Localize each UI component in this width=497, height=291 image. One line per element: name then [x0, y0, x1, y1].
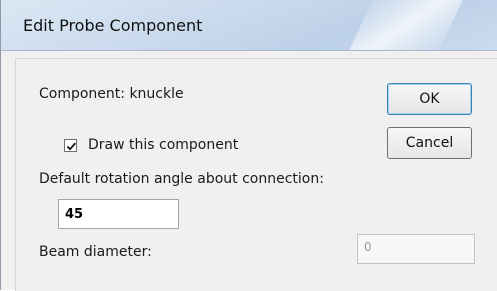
title-bar[interactable]: Edit Probe Component	[1, 0, 497, 51]
draw-component-checkbox[interactable]	[64, 139, 77, 152]
check-icon	[66, 142, 76, 151]
ok-button[interactable]: OK	[387, 83, 472, 115]
rotation-angle-label: Default rotation angle about connection:	[39, 171, 324, 187]
component-name-label: Component: knuckle	[39, 86, 184, 102]
beam-diameter-label: Beam diameter:	[39, 244, 152, 260]
cancel-button[interactable]: Cancel	[387, 127, 472, 159]
edit-probe-component-dialog: Edit Probe Component Component: knuckle …	[0, 0, 497, 291]
dialog-title: Edit Probe Component	[23, 16, 203, 35]
rotation-angle-input[interactable]: 45	[58, 199, 179, 229]
draw-component-label[interactable]: Draw this component	[88, 137, 238, 153]
title-bar-glare	[344, 0, 468, 50]
beam-diameter-input: 0	[357, 234, 475, 264]
